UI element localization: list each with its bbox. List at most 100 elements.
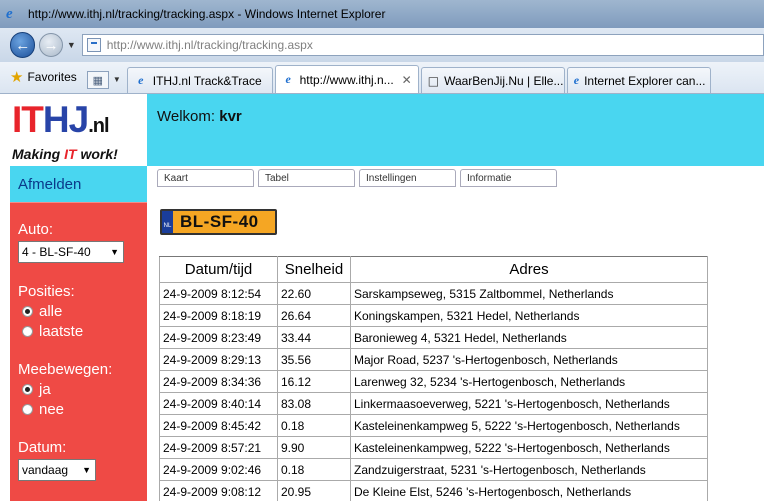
header-datum-tijd: Datum/tijd xyxy=(159,256,278,283)
radio-unchecked-icon xyxy=(22,326,33,337)
tab-waarbenjij[interactable]: □ WaarBenJij.Nu | Elle... xyxy=(420,67,565,93)
history-dropdown-icon[interactable]: ▼ xyxy=(67,40,76,50)
sidebar-panel: Auto: 4 - BL-SF-40 ▼ Posities: alle laat… xyxy=(10,202,147,501)
tab-tabel[interactable]: Tabel xyxy=(258,169,355,187)
tab-current-page[interactable]: e http://www.ithj.n... ✕ xyxy=(274,65,419,93)
cell-datum-tijd: 24-9-2009 9:02:46 xyxy=(159,458,278,481)
posities-label: Posities: xyxy=(18,283,75,300)
table-row: 24-9-2009 8:45:42 0.18 Kasteleinenkampweg … xyxy=(159,414,708,437)
radio-unchecked-icon xyxy=(22,404,33,415)
cell-datum-tijd: 24-9-2009 8:34:36 xyxy=(159,370,278,393)
cell-snelheid: 20.95 xyxy=(277,480,351,501)
navigation-bar: ← → ▼ http://www.ithj.nl/tracking/tracki… xyxy=(0,28,764,62)
radio-meebewegen-nee[interactable]: nee xyxy=(22,401,64,418)
cell-adres: Baronieweg 4, 5321 Hedel, Netherlands xyxy=(350,326,708,349)
cell-datum-tijd: 24-9-2009 8:29:13 xyxy=(159,348,278,371)
auto-select[interactable]: 4 - BL-SF-40 ▼ xyxy=(18,241,124,263)
tab-list-dropdown-icon[interactable]: ▼ xyxy=(113,75,121,84)
content-tabs: Kaart Tabel Instellingen Informatie xyxy=(157,169,561,187)
header-snelheid: Snelheid xyxy=(277,256,351,283)
cell-adres: Zandzuigerstraat, 5231 's-Hertogenbosch,… xyxy=(350,458,708,481)
radio-checked-icon xyxy=(22,384,33,395)
page-icon xyxy=(86,38,101,52)
cell-adres: Kasteleinenkampweg, 5222 's-Hertogenbosc… xyxy=(350,436,708,459)
cell-datum-tijd: 24-9-2009 8:12:54 xyxy=(159,282,278,305)
table-row: 24-9-2009 9:02:46 0.18 Zandzuigerstraat, 5… xyxy=(159,458,708,481)
back-button[interactable]: ← xyxy=(10,32,36,58)
quick-tabs-button[interactable]: ▦ xyxy=(86,71,109,89)
tab-informatie[interactable]: Informatie xyxy=(460,169,557,187)
cell-snelheid: 26.64 xyxy=(277,304,351,327)
cell-adres: Larenweg 32, 5234 's-Hertogenbosch, Neth… xyxy=(350,370,708,393)
cell-datum-tijd: 24-9-2009 8:23:49 xyxy=(159,326,278,349)
header-band: Welkom: kvr xyxy=(147,94,764,166)
ithj-logo: ITHJ.nl Making IT work! xyxy=(10,94,147,166)
cell-datum-tijd: 24-9-2009 9:08:12 xyxy=(159,480,278,501)
cell-snelheid: 33.44 xyxy=(277,326,351,349)
ie-logo-icon: e xyxy=(6,6,13,22)
table-row: 24-9-2009 8:23:49 33.44 Baronieweg 4, 5321… xyxy=(159,326,708,349)
radio-posities-alle[interactable]: alle xyxy=(22,303,62,320)
logout-area: Afmelden xyxy=(10,166,147,202)
tab-instellingen[interactable]: Instellingen xyxy=(359,169,456,187)
favorites-button[interactable]: ★ Favorites xyxy=(10,64,87,90)
cell-snelheid: 0.18 xyxy=(277,414,351,437)
table-row: 24-9-2009 8:34:36 16.12 Larenweg 32, 5234 … xyxy=(159,370,708,393)
cell-adres: Linkermaasoeverweg, 5221 's-Hertogenbosc… xyxy=(350,392,708,415)
welcome-text: Welkom: kvr xyxy=(157,108,242,125)
radio-meebewegen-ja[interactable]: ja xyxy=(22,381,51,398)
window-titlebar: e http://www.ithj.nl/tracking/tracking.a… xyxy=(0,0,764,28)
tab-kaart[interactable]: Kaart xyxy=(157,169,254,187)
cell-adres: Sarskampseweg, 5315 Zaltbommel, Netherla… xyxy=(350,282,708,305)
cell-datum-tijd: 24-9-2009 8:57:21 xyxy=(159,436,278,459)
table-row: 24-9-2009 8:57:21 9.90 Kasteleinenkampweg,… xyxy=(159,436,708,459)
cell-adres: Koningskampen, 5321 Hedel, Netherlands xyxy=(350,304,708,327)
header-adres: Adres xyxy=(350,256,708,283)
cell-snelheid: 35.56 xyxy=(277,348,351,371)
radio-checked-icon xyxy=(22,306,33,317)
forward-button[interactable]: → xyxy=(39,33,63,57)
window-title: http://www.ithj.nl/tracking/tracking.asp… xyxy=(28,7,386,21)
cell-adres: Kasteleinenkampweg 5, 5222 's-Hertogenbo… xyxy=(350,414,708,437)
chat-bubble-icon: □ xyxy=(427,73,440,88)
star-icon: ★ xyxy=(10,69,24,86)
license-plate-badge: NL BL-SF-40 xyxy=(160,209,277,235)
cell-snelheid: 22.60 xyxy=(277,282,351,305)
ie-page-icon: e xyxy=(573,73,580,87)
table-row: 24-9-2009 8:29:13 35.56 Major Road, 5237 '… xyxy=(159,348,708,371)
datum-label: Datum: xyxy=(18,439,67,456)
table-row: 24-9-2009 9:08:12 20.95 De Kleine Elst, 52… xyxy=(159,480,708,501)
cell-datum-tijd: 24-9-2009 8:40:14 xyxy=(159,392,278,415)
chevron-down-icon: ▼ xyxy=(110,247,119,257)
plate-number: BL-SF-40 xyxy=(180,212,259,231)
auto-label: Auto: xyxy=(18,221,54,238)
tab-bar: ★ Favorites ▦ ▼ e ITHJ.nl Track&Trace e … xyxy=(0,62,764,94)
plate-country: NL xyxy=(162,211,173,233)
address-bar[interactable]: http://www.ithj.nl/tracking/tracking.asp… xyxy=(81,34,764,56)
cell-datum-tijd: 24-9-2009 8:18:19 xyxy=(159,304,278,327)
page-content: ITHJ.nl Making IT work! Welkom: kvr Afme… xyxy=(0,94,764,501)
close-tab-icon[interactable]: ✕ xyxy=(402,73,412,87)
cell-snelheid: 16.12 xyxy=(277,370,351,393)
cell-adres: Major Road, 5237 's-Hertogenbosch, Nethe… xyxy=(350,348,708,371)
meebewegen-label: Meebewegen: xyxy=(18,361,113,378)
cell-snelheid: 9.90 xyxy=(277,436,351,459)
tab-internet-explorer[interactable]: e Internet Explorer can... xyxy=(566,67,711,93)
table-row: 24-9-2009 8:12:54 22.60 Sarskampseweg, 531… xyxy=(159,282,708,305)
table-row: 24-9-2009 8:40:14 83.08 Linkermaasoeverweg… xyxy=(159,392,708,415)
logout-link[interactable]: Afmelden xyxy=(18,176,81,193)
logo-tagline: Making IT work! xyxy=(12,146,118,162)
cell-datum-tijd: 24-9-2009 8:45:42 xyxy=(159,414,278,437)
radio-posities-laatste[interactable]: laatste xyxy=(22,323,83,340)
tracking-table: Datum/tijd Snelheid Adres 24-9-2009 8:12… xyxy=(159,256,708,501)
datum-select[interactable]: vandaag ▼ xyxy=(18,459,96,481)
table-row: 24-9-2009 8:18:19 26.64 Koningskampen, 532… xyxy=(159,304,708,327)
ie-page-icon: e xyxy=(138,73,144,87)
address-text: http://www.ithj.nl/tracking/tracking.asp… xyxy=(106,38,313,52)
table-header-row: Datum/tijd Snelheid Adres xyxy=(159,256,708,283)
cell-snelheid: 83.08 xyxy=(277,392,351,415)
chevron-down-icon: ▼ xyxy=(82,465,91,475)
ie-page-icon: e xyxy=(285,72,291,86)
username: kvr xyxy=(219,108,242,125)
tab-ithj-track-trace[interactable]: e ITHJ.nl Track&Trace xyxy=(126,67,273,93)
